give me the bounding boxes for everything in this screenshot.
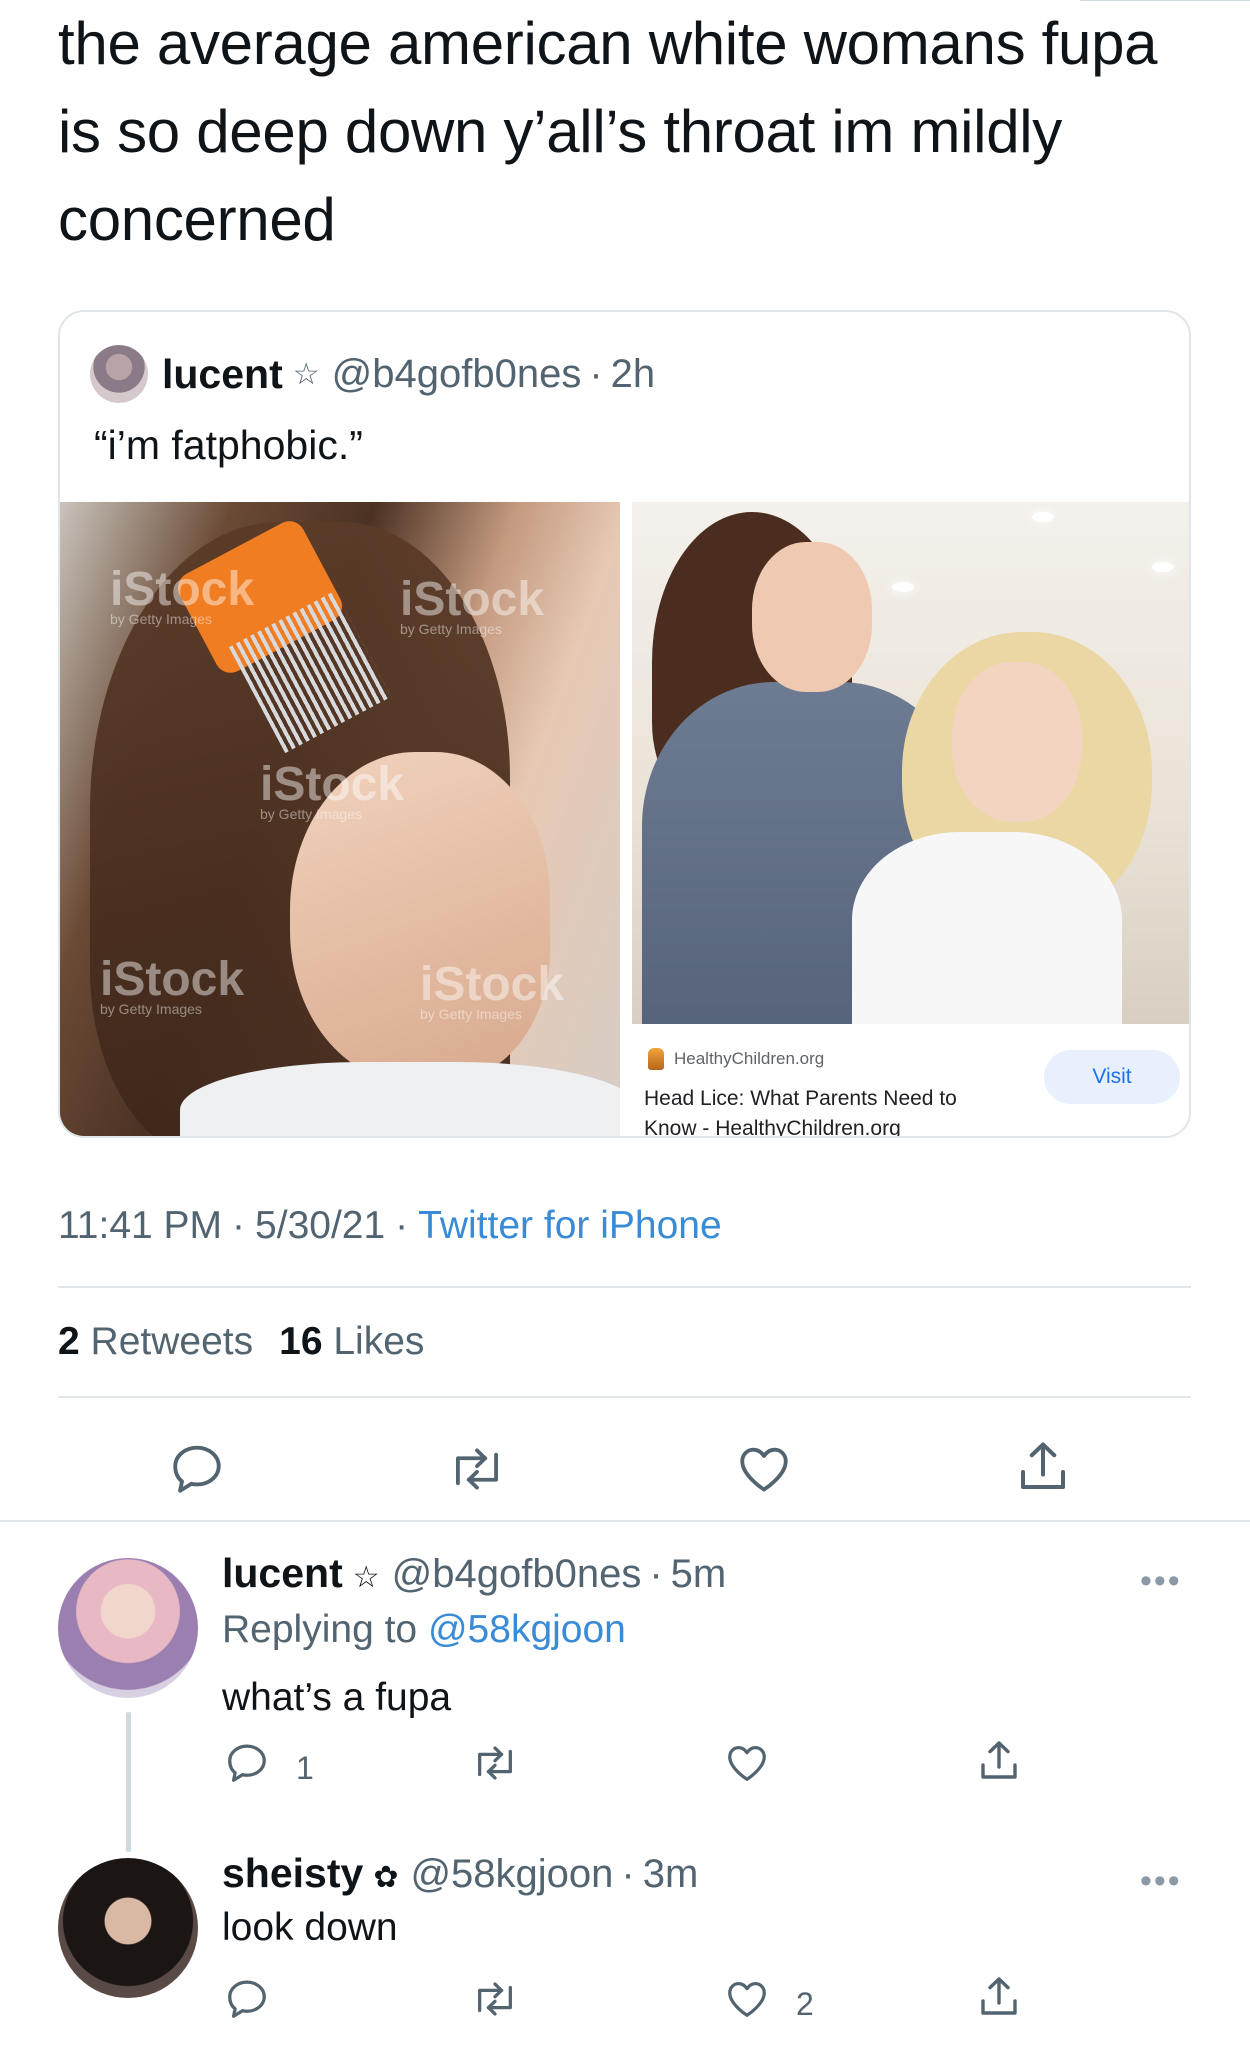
- tweet-meta: 11:41 PM · 5/30/21 · Twitter for iPhone: [58, 1204, 722, 1248]
- parent-checking-hair-photo[interactable]: [632, 502, 1189, 1024]
- more-options-icon[interactable]: •••: [1140, 1562, 1182, 1601]
- separator-dot: ·: [395, 1204, 409, 1247]
- separator-dot: ·: [621, 1852, 635, 1896]
- retweet-icon[interactable]: [446, 1440, 508, 1498]
- link-title[interactable]: Head Lice: What Parents Need to Know - H…: [644, 1084, 1014, 1136]
- tweet-action-bar: [0, 1420, 1250, 1510]
- reply-text: look down: [222, 1906, 398, 1949]
- like-heart-icon[interactable]: [724, 1976, 770, 2022]
- share-icon[interactable]: [975, 1972, 1023, 2022]
- separator-dot: ·: [649, 1552, 663, 1596]
- retweet-icon[interactable]: [470, 1976, 520, 2022]
- watermark-text: iStock: [400, 573, 545, 626]
- quoted-tweet-media: iStock by Getty Images iStock by Getty Ima…: [60, 502, 1189, 1136]
- thread-line: [126, 1712, 131, 1852]
- share-icon[interactable]: [1013, 1436, 1073, 1498]
- divider: [0, 1520, 1250, 1522]
- avatar[interactable]: [90, 345, 148, 403]
- lice-comb-photo[interactable]: iStock by Getty Images iStock by Getty Ima…: [60, 502, 620, 1136]
- reply-time: 3m: [642, 1852, 699, 1896]
- separator-dot: ·: [589, 351, 603, 396]
- retweets-count: 2: [58, 1320, 80, 1363]
- like-heart-icon[interactable]: [735, 1440, 793, 1498]
- avatar[interactable]: [58, 1858, 198, 1998]
- retweets-stat[interactable]: 2 Retweets: [58, 1320, 253, 1363]
- divider: [58, 1286, 1191, 1288]
- reply-count: 1: [296, 1750, 314, 1786]
- tweet-stats: 2 Retweets 16 Likes: [58, 1320, 424, 1364]
- likes-count: 16: [279, 1320, 323, 1363]
- reply-time: 5m: [670, 1552, 727, 1596]
- tweet-text: the average american white womans fupa i…: [58, 10, 1158, 253]
- star-icon: ☆: [352, 1561, 380, 1594]
- like-count: 2: [796, 1986, 814, 2022]
- watermark-text: iStock: [100, 953, 245, 1006]
- quoted-tweet-time: 2h: [610, 351, 656, 396]
- link-preview-card[interactable]: HealthyChildren.org Head Lice: What Pare…: [632, 1024, 1189, 1136]
- divider: [58, 1396, 1191, 1398]
- reply-icon[interactable]: [168, 1440, 226, 1498]
- tweet-source-link[interactable]: Twitter for iPhone: [418, 1204, 721, 1247]
- watermark-text: iStock: [260, 758, 405, 811]
- quoted-tweet-text: “i’m fatphobic.”: [94, 422, 363, 468]
- reply-header: sheisty ✿ @58kgjoon · 3m: [222, 1850, 698, 1897]
- link-site-name: HealthyChildren.org: [674, 1049, 825, 1068]
- flower-icon: ✿: [373, 1861, 399, 1894]
- reply-icon[interactable]: [224, 1740, 270, 1786]
- reply-header: lucent ☆ @b4gofb0nes · 5m: [222, 1550, 726, 1597]
- quoted-author-name[interactable]: lucent: [162, 351, 283, 398]
- reply-author-name[interactable]: sheisty: [222, 1850, 363, 1897]
- reply-tweet[interactable]: sheisty ✿ @58kgjoon · 3m ••• look down 2: [0, 1840, 1250, 2048]
- reply-tweet[interactable]: lucent ☆ @b4gofb0nes · 5m ••• Replying t…: [0, 1540, 1250, 1852]
- separator-dot: ·: [232, 1204, 246, 1247]
- watermark-text: iStock: [420, 958, 565, 1011]
- tweet-date[interactable]: 5/30/21: [255, 1204, 385, 1247]
- visit-button[interactable]: Visit: [1044, 1050, 1180, 1104]
- reply-icon[interactable]: [224, 1976, 270, 2022]
- site-favicon-icon: [648, 1048, 664, 1070]
- quoted-author-handle[interactable]: @b4gofb0nes: [332, 352, 582, 397]
- more-options-icon[interactable]: •••: [1140, 1862, 1182, 1901]
- reply-author-handle[interactable]: @58kgjoon: [410, 1852, 613, 1897]
- retweet-icon[interactable]: [470, 1740, 520, 1786]
- reply-author-handle[interactable]: @b4gofb0nes: [392, 1552, 642, 1597]
- watermark-text: iStock: [110, 563, 255, 616]
- link-site: HealthyChildren.org: [648, 1048, 824, 1070]
- likes-stat[interactable]: 16 Likes: [279, 1320, 424, 1363]
- replying-to: Replying to @58kgjoon: [222, 1608, 626, 1652]
- like-heart-icon[interactable]: [724, 1740, 770, 1786]
- star-icon: ☆: [292, 357, 320, 391]
- avatar[interactable]: [58, 1558, 198, 1698]
- likes-label: Likes: [333, 1320, 425, 1363]
- share-icon[interactable]: [975, 1736, 1023, 1786]
- replying-to-label: Replying to: [222, 1608, 418, 1651]
- replying-to-mention[interactable]: @58kgjoon: [428, 1608, 626, 1651]
- quoted-tweet-header: lucent ☆ @b4gofb0nes · 2h: [90, 342, 655, 406]
- tweet-time: 11:41 PM: [58, 1204, 223, 1247]
- reply-author-name[interactable]: lucent: [222, 1550, 343, 1597]
- quoted-tweet[interactable]: lucent ☆ @b4gofb0nes · 2h “i’m fatphobic…: [58, 310, 1191, 1138]
- reply-text: what’s a fupa: [222, 1676, 452, 1719]
- retweets-label: Retweets: [90, 1320, 254, 1363]
